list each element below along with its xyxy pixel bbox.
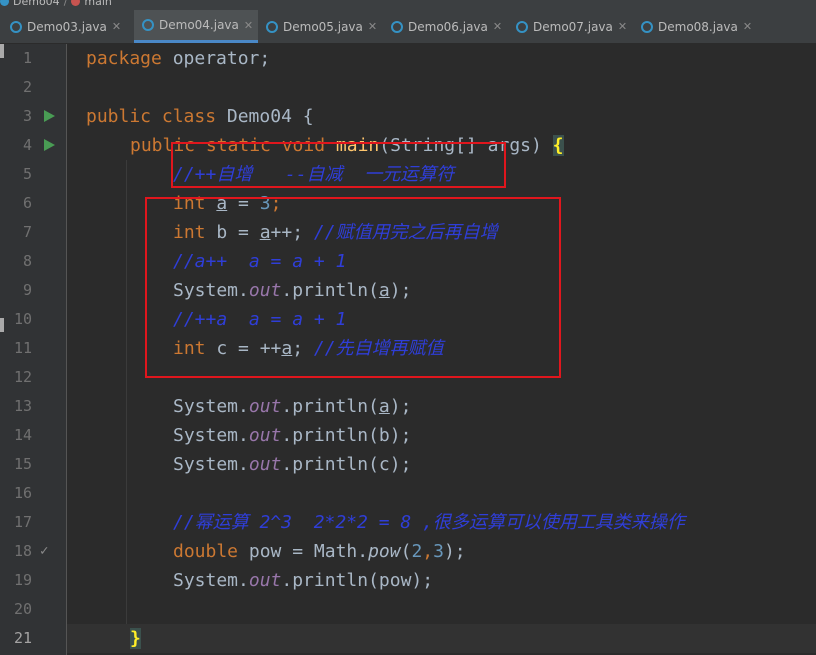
breadcrumb: Demo04 / main xyxy=(0,0,816,10)
line-number: 4 xyxy=(22,136,32,154)
line-number: 9 xyxy=(22,281,32,299)
line-number: 5 xyxy=(22,165,32,183)
code-line-17[interactable]: //幂运算 2^3 2*2*2 = 8 ,很多运算可以使用工具类来操作 xyxy=(173,508,685,537)
line-number: 20 xyxy=(13,600,32,618)
breadcrumb-separator: / xyxy=(63,0,68,8)
close-icon[interactable]: ✕ xyxy=(493,20,502,33)
matching-brace: { xyxy=(552,135,564,156)
tab-label: Demo03.java xyxy=(27,19,107,34)
java-class-icon xyxy=(10,20,22,33)
editor-tab-bar: Demo03.java ✕ Demo04.java ✕ Demo05.java … xyxy=(0,10,816,44)
code-line-13[interactable]: System.out.println(a); xyxy=(173,392,411,421)
line-number: 16 xyxy=(13,484,32,502)
method-icon xyxy=(71,0,81,6)
matching-brace: } xyxy=(130,628,141,649)
line-number: 18 xyxy=(13,542,32,560)
line-number: 12 xyxy=(13,368,32,386)
line-number: 13 xyxy=(13,397,32,415)
close-icon[interactable]: ✕ xyxy=(112,20,121,33)
tab-demo07[interactable]: Demo07.java ✕ xyxy=(516,10,638,43)
tab-demo03[interactable]: Demo03.java ✕ xyxy=(10,10,132,43)
line-number: 6 xyxy=(22,194,32,212)
run-icon[interactable] xyxy=(44,139,55,151)
close-icon[interactable]: ✕ xyxy=(368,20,377,33)
line-number: 11 xyxy=(13,339,32,357)
code-line-21[interactable]: } xyxy=(130,624,141,653)
current-line-highlight xyxy=(67,624,816,653)
close-icon[interactable]: ✕ xyxy=(743,20,752,33)
code-line-18[interactable]: double pow = Math.pow(2,3); xyxy=(173,537,466,566)
line-number: 21 xyxy=(13,629,32,647)
tab-label: Demo05.java xyxy=(283,19,363,34)
java-class-icon xyxy=(516,20,528,33)
line-number: 1 xyxy=(22,49,32,67)
code-line-1[interactable]: package operator; xyxy=(86,44,270,73)
line-number: 2 xyxy=(22,78,32,96)
annotation-box-increment xyxy=(145,197,561,378)
java-class-icon xyxy=(641,20,653,33)
line-number: 8 xyxy=(22,252,32,270)
line-number: 15 xyxy=(13,455,32,473)
tab-demo08[interactable]: Demo08.java ✕ xyxy=(641,10,763,43)
tab-demo06[interactable]: Demo06.java ✕ xyxy=(391,10,513,43)
line-number: 19 xyxy=(13,571,32,589)
code-line-19[interactable]: System.out.println(pow); xyxy=(173,566,433,595)
java-class-icon xyxy=(142,19,154,31)
close-icon[interactable]: ✕ xyxy=(244,19,253,32)
java-class-icon xyxy=(391,20,403,33)
line-number: 3 xyxy=(22,107,32,125)
line-number: 10 xyxy=(13,310,32,328)
indent-guide xyxy=(126,160,127,624)
java-class-icon xyxy=(266,20,278,33)
tab-label: Demo07.java xyxy=(533,19,613,34)
tab-demo04[interactable]: Demo04.java ✕ xyxy=(134,10,258,43)
tab-demo05[interactable]: Demo05.java ✕ xyxy=(266,10,388,43)
code-line-14[interactable]: System.out.println(b); xyxy=(173,421,411,450)
line-number: 14 xyxy=(13,426,32,444)
close-icon[interactable]: ✕ xyxy=(618,20,627,33)
line-number: 17 xyxy=(13,513,32,531)
check-icon: ✓ xyxy=(40,543,49,559)
breadcrumb-method[interactable]: main xyxy=(84,0,111,8)
line-number: 7 xyxy=(22,223,32,241)
class-icon xyxy=(0,0,9,6)
tab-label: Demo08.java xyxy=(658,19,738,34)
tab-label: Demo06.java xyxy=(408,19,488,34)
breadcrumb-file[interactable]: Demo04 xyxy=(13,0,60,8)
code-line-15[interactable]: System.out.println(c); xyxy=(173,450,411,479)
code-line-3[interactable]: public class Demo04 { xyxy=(86,102,314,131)
annotation-box-unary xyxy=(171,142,506,188)
run-icon[interactable] xyxy=(44,110,55,122)
tab-label: Demo04.java xyxy=(159,18,239,32)
